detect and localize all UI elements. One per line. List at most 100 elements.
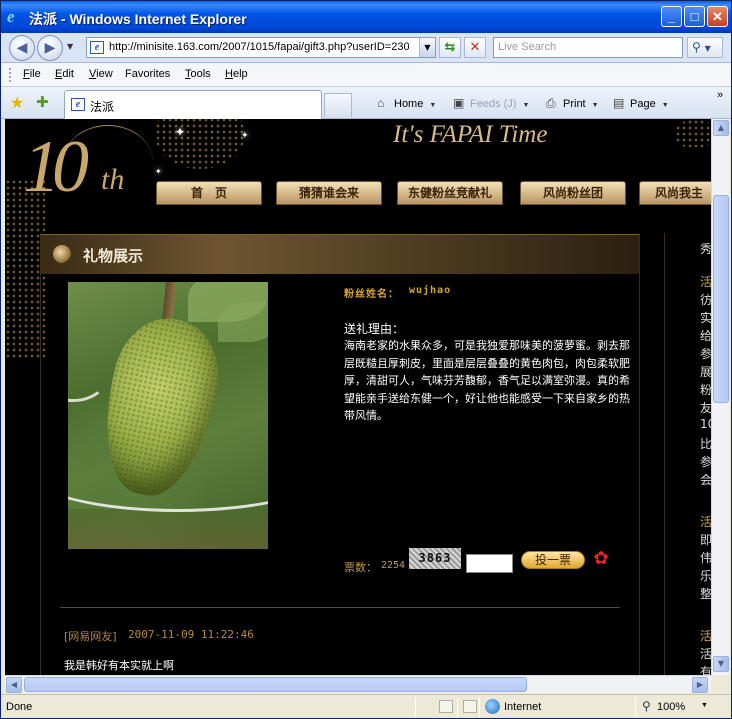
- swirl-icon: [53, 245, 71, 263]
- menu-file[interactable]: File: [23, 68, 41, 80]
- right-column-char: 给: [700, 329, 711, 343]
- new-tab-button[interactable]: [324, 93, 352, 117]
- status-separator: [457, 698, 458, 717]
- right-column-char: 伟: [700, 551, 711, 565]
- address-bar[interactable]: e http://minisite.163.com/2007/1015/fapa…: [86, 37, 436, 58]
- home-button[interactable]: ⌂ Home ▼: [377, 96, 436, 110]
- feeds-button[interactable]: ▣ Feeds (J) ▼: [453, 96, 529, 110]
- status-separator: [479, 698, 480, 717]
- minimize-button[interactable]: _: [661, 6, 682, 27]
- scroll-up-button[interactable]: ▲: [713, 120, 729, 136]
- page-menu-button[interactable]: ▤ Page ▼: [613, 96, 669, 110]
- scrollbar-corner: [711, 675, 729, 693]
- menu-bar: File Edit View Favorites Tools Help: [1, 63, 731, 87]
- right-column-char: 秀: [700, 242, 711, 256]
- print-button[interactable]: ⎙ Print ▼: [546, 96, 599, 111]
- address-url[interactable]: http://minisite.163.com/2007/1015/fapai/…: [109, 41, 409, 53]
- vote-button[interactable]: 投一票: [521, 551, 585, 569]
- right-column-char: 活: [700, 647, 711, 661]
- right-column-char: 整: [700, 587, 711, 601]
- search-icon: ⚲: [692, 40, 701, 54]
- vertical-scroll-thumb[interactable]: [713, 195, 729, 403]
- right-column-char: 参: [700, 455, 711, 469]
- menu-favorites[interactable]: Favorites: [125, 68, 170, 80]
- favorites-star-icon[interactable]: ★: [10, 93, 24, 112]
- nav-tab-home[interactable]: 首 页: [156, 181, 262, 205]
- nav-tab-guess[interactable]: 猜猜谁会来: [276, 181, 382, 205]
- window-title: 法派 - Windows Internet Explorer: [29, 11, 247, 27]
- search-input[interactable]: Live Search: [493, 37, 683, 58]
- back-button[interactable]: ◀: [9, 35, 35, 61]
- menu-edit[interactable]: Edit: [55, 68, 74, 80]
- tab-active[interactable]: e 法派: [64, 90, 322, 119]
- comment-text: 我是韩好有本实就上啊: [64, 659, 174, 672]
- gift-photo: [68, 282, 268, 549]
- internet-globe-icon: [485, 699, 500, 714]
- maximize-button[interactable]: □: [684, 6, 705, 27]
- forward-button[interactable]: ▶: [37, 35, 63, 61]
- right-column-char: 活: [700, 629, 711, 643]
- logo-10: 10: [23, 126, 89, 208]
- zoom-dropdown-icon[interactable]: ▼: [701, 702, 708, 709]
- sparkle-icon: ✦: [175, 125, 186, 139]
- right-column-char: 乐: [700, 569, 711, 583]
- reason-text: 海南老家的水果众多，可是我独爱那味美的菠萝蜜。剥去那层既糙且厚刺皮，里面是层层叠…: [344, 339, 630, 422]
- scroll-right-button[interactable]: ▶: [692, 677, 708, 693]
- title-bar[interactable]: e 法派 - Windows Internet Explorer _ □ ✕: [1, 1, 731, 33]
- nav-tab-gifts[interactable]: 东健粉丝竞献礼: [397, 181, 503, 205]
- photo-hose: [68, 352, 108, 402]
- menu-tools[interactable]: Tools: [185, 68, 211, 80]
- print-icon: ⎙: [546, 96, 556, 110]
- right-column-char: 会: [700, 473, 711, 487]
- right-column-char: 展: [700, 365, 711, 379]
- right-column-char: 粉: [700, 383, 711, 397]
- scroll-left-button[interactable]: ◀: [6, 677, 22, 693]
- toolbar-grip: [9, 68, 12, 82]
- refresh-button[interactable]: ⇆: [439, 37, 461, 58]
- menu-view[interactable]: View: [89, 68, 113, 80]
- close-button[interactable]: ✕: [707, 6, 728, 27]
- zoom-level[interactable]: 100%: [657, 701, 685, 713]
- zoom-icon[interactable]: ⚲: [642, 699, 651, 713]
- security-zone: Internet: [504, 701, 542, 713]
- horizontal-scrollbar[interactable]: ◀ ▶: [5, 675, 711, 693]
- vertical-scrollbar[interactable]: ▲ ▼: [711, 119, 729, 675]
- page-viewport[interactable]: ✦ ✦ ✦ 10 th It's FAPAI Time 首 页 猜猜谁会来 东健…: [5, 119, 711, 675]
- logo-th: th: [101, 163, 125, 196]
- tab-page-icon: e: [71, 98, 85, 111]
- stop-button[interactable]: ✕: [464, 37, 486, 58]
- browser-window: e 法派 - Windows Internet Explorer _ □ ✕ ◀…: [0, 0, 732, 719]
- add-favorite-icon[interactable]: ✚: [36, 93, 49, 111]
- menu-help[interactable]: Help: [225, 68, 248, 80]
- photo-soil: [68, 509, 268, 549]
- favorites-tab-bar: ★ ✚ e 法派 ⌂ Home ▼ ▣ Feeds (J) ▼ ⎙ Print ▼ ▤ Pag…: [1, 87, 731, 119]
- page-icon: e: [90, 41, 104, 54]
- right-column-char: 10: [700, 417, 711, 431]
- address-dropdown-icon[interactable]: ▼: [419, 38, 435, 57]
- captcha-input[interactable]: [466, 554, 513, 573]
- tab-label: 法派: [90, 100, 115, 114]
- scroll-down-button[interactable]: ▼: [713, 656, 729, 672]
- reason-label: 送礼理由：: [344, 322, 405, 336]
- photo-leaf: [218, 302, 268, 342]
- toolbar-overflow-button[interactable]: »: [717, 89, 723, 101]
- nav-tab-style[interactable]: 风尚我主: [639, 181, 711, 205]
- right-column-char: 即: [700, 533, 711, 547]
- ie-logo-icon: e: [7, 7, 15, 26]
- divider: [60, 607, 620, 608]
- search-options-dropdown-icon[interactable]: ▼: [705, 44, 711, 53]
- right-column-char: 活: [700, 275, 711, 289]
- horizontal-scroll-thumb[interactable]: [24, 677, 527, 692]
- fan-name: wujhao: [409, 285, 452, 296]
- flower-icon[interactable]: ✿: [591, 549, 611, 569]
- section-title: 礼物展示: [83, 247, 144, 265]
- fan-name-label: 粉丝姓名：: [344, 289, 399, 300]
- page-icon: ▤: [613, 96, 625, 110]
- site-slogan: It's FAPAI Time: [393, 121, 548, 148]
- nav-tab-fanclub[interactable]: 风尚粉丝团: [520, 181, 626, 205]
- protected-mode-icon: [463, 700, 477, 713]
- search-button[interactable]: ⚲ ▼: [687, 37, 723, 58]
- right-column-char: 比: [700, 437, 711, 451]
- recent-pages-dropdown-icon[interactable]: ▼: [67, 42, 73, 51]
- right-column-char: 实: [700, 311, 711, 325]
